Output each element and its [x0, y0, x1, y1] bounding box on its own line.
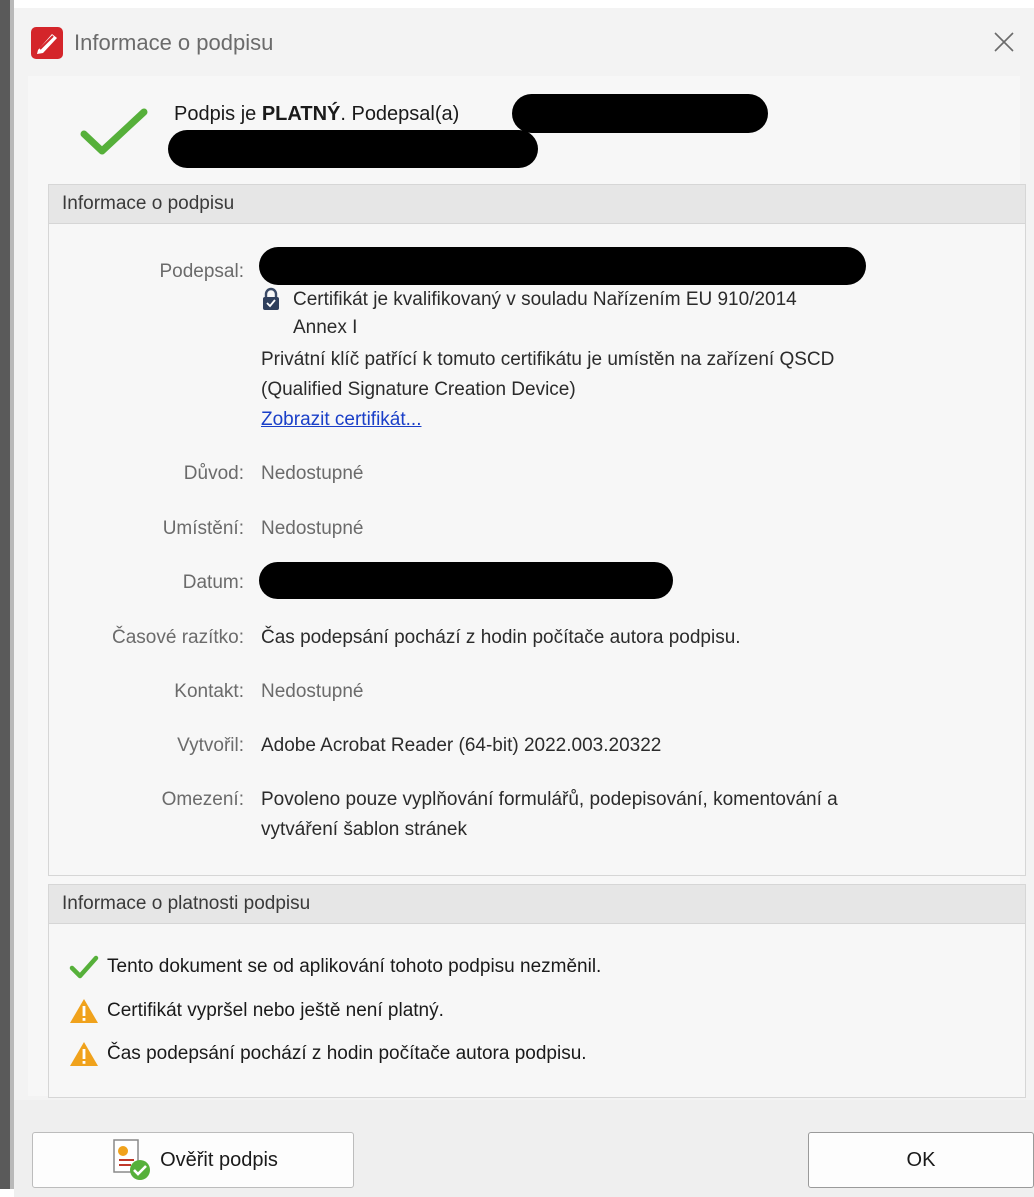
- title-bar: Informace o podpisu: [14, 8, 1034, 76]
- created-by-value: Adobe Acrobat Reader (64-bit) 2022.003.2…: [261, 735, 662, 756]
- window-title: Informace o podpisu: [74, 30, 274, 55]
- signed-by-label: Podepsal:: [159, 261, 244, 282]
- reason-label: Důvod:: [183, 463, 244, 484]
- private-key-device: (Qualified Signature Creation Device): [261, 379, 576, 400]
- verify-signature-button[interactable]: Ověřit podpis: [32, 1132, 354, 1188]
- validity-item-text: Certifikát vypršel nebo ještě není platn…: [107, 1000, 444, 1021]
- warning-icon: [70, 1042, 98, 1066]
- ok-button[interactable]: OK: [808, 1132, 1034, 1188]
- restrictions-value-line1: Povoleno pouze vyplňování formulářů, pod…: [261, 789, 838, 810]
- validity-info-header: Informace o platnosti podpisu: [49, 885, 1025, 924]
- signature-status: Podpis je PLATNÝ. Podepsal(a): [174, 103, 459, 126]
- validity-info-group: Informace o platnosti podpisu Tento doku…: [48, 884, 1026, 1098]
- location-label: Umístění:: [162, 518, 244, 539]
- dialog-content: Podpis je PLATNÝ. Podepsal(a) Informace …: [28, 76, 1026, 1098]
- verify-signature-icon: [113, 1139, 151, 1180]
- location-value: Nedostupné: [261, 518, 364, 539]
- created-by-label: Vytvořil:: [177, 735, 244, 756]
- timestamp-value: Čas podepsání pochází z hodin počítače a…: [261, 627, 741, 648]
- verify-signature-label: Ověřit podpis: [160, 1148, 278, 1171]
- signature-info-group: Informace o podpisu Podepsal: Certifikát…: [48, 184, 1026, 876]
- timestamp-label: Časové razítko:: [112, 627, 244, 648]
- validity-item: Certifikát vypršel nebo ještě není platn…: [69, 997, 444, 1025]
- status-prefix: Podpis je: [174, 103, 262, 125]
- validity-item: Tento dokument se od aplikování tohoto p…: [69, 955, 601, 979]
- validity-item-text: Čas podepsání pochází z hodin počítače a…: [107, 1043, 587, 1064]
- redacted-signed-by: [259, 247, 866, 285]
- cert-qualified-text: Certifikát je kvalifikovaný v souladu Na…: [293, 289, 797, 310]
- status-suffix: . Podepsal(a): [340, 103, 460, 125]
- redacted-date: [259, 562, 673, 599]
- restrictions-value-line2: vytváření šablon stránek: [261, 819, 467, 840]
- redacted-signer-name-2: [168, 130, 538, 168]
- window-edge: [0, 0, 10, 1189]
- redacted-signer-name: [512, 94, 768, 133]
- status-state: PLATNÝ: [261, 103, 341, 125]
- contact-label: Kontakt:: [174, 681, 244, 702]
- lock-icon: [263, 287, 279, 310]
- cert-qualified-annex: Annex I: [293, 317, 358, 338]
- contact-value: Nedostupné: [261, 681, 364, 702]
- validity-item: Čas podepsání pochází z hodin počítače a…: [69, 1040, 587, 1068]
- ok-label: OK: [906, 1148, 936, 1171]
- restrictions-label: Omezení:: [161, 789, 244, 810]
- show-certificate-link[interactable]: Zobrazit certifikát...: [261, 409, 422, 431]
- signature-info-dialog: Informace o podpisu Podpis je PLATNÝ. Po…: [14, 8, 1034, 1197]
- signature-info-header: Informace o podpisu: [49, 185, 1025, 224]
- check-icon: [69, 955, 99, 979]
- close-icon[interactable]: [982, 20, 1026, 64]
- reason-value: Nedostupné: [261, 463, 364, 484]
- checkmark-icon: [80, 108, 148, 155]
- app-logo-icon: [31, 27, 63, 59]
- warning-icon: [70, 999, 98, 1023]
- private-key-text: Privátní klíč patřící k tomuto certifiká…: [261, 349, 835, 370]
- date-label: Datum:: [182, 572, 244, 593]
- validity-item-text: Tento dokument se od aplikování tohoto p…: [107, 956, 602, 977]
